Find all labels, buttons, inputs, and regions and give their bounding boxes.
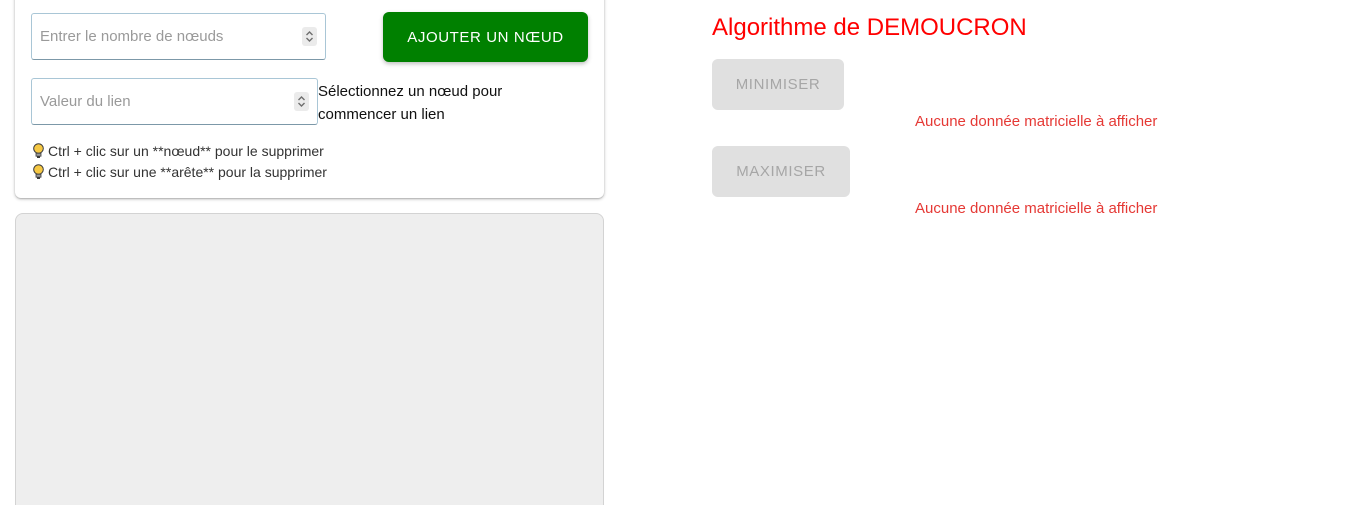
node-count-input[interactable]: Entrer le nombre de nœuds <box>31 13 326 60</box>
algorithm-title: Algorithme de DEMOUCRON <box>712 14 1027 41</box>
tip-delete-node: Ctrl + clic sur un **nœud** pour le supp… <box>32 143 324 159</box>
maximize-button-label: MAXIMISER <box>736 163 826 180</box>
node-count-placeholder: Entrer le nombre de nœuds <box>40 28 224 45</box>
minimize-empty-message: Aucune donnée matricielle à afficher <box>915 113 1158 130</box>
minimize-button-label: MINIMISER <box>735 76 821 93</box>
add-node-button[interactable]: AJOUTER UN NŒUD <box>383 12 588 62</box>
maximize-empty-message: Aucune donnée matricielle à afficher <box>915 200 1158 217</box>
graph-canvas[interactable] <box>15 213 604 505</box>
tip-delete-node-text: Ctrl + clic sur un **nœud** pour le supp… <box>48 143 324 159</box>
maximize-button[interactable]: MAXIMISER <box>712 146 850 197</box>
graph-controls-card: Entrer le nombre de nœuds AJOUTER UN NŒU… <box>15 0 604 198</box>
minimize-button[interactable]: MINIMISER <box>712 59 844 110</box>
link-value-placeholder: Valeur du lien <box>40 93 131 110</box>
spinner-arrows-icon[interactable] <box>294 92 309 111</box>
lightbulb-icon <box>32 164 45 180</box>
tip-delete-edge-text: Ctrl + clic sur une **arête** pour la su… <box>48 164 327 180</box>
lightbulb-icon <box>32 143 45 159</box>
spinner-arrows-icon[interactable] <box>302 27 317 46</box>
tip-delete-edge: Ctrl + clic sur une **arête** pour la su… <box>32 164 327 180</box>
page: Entrer le nombre de nœuds AJOUTER UN NŒU… <box>0 0 1359 505</box>
add-node-button-label: AJOUTER UN NŒUD <box>407 28 564 46</box>
select-node-message: Sélectionnez un nœud pour commencer un l… <box>318 83 503 123</box>
link-value-input[interactable]: Valeur du lien <box>31 78 318 125</box>
